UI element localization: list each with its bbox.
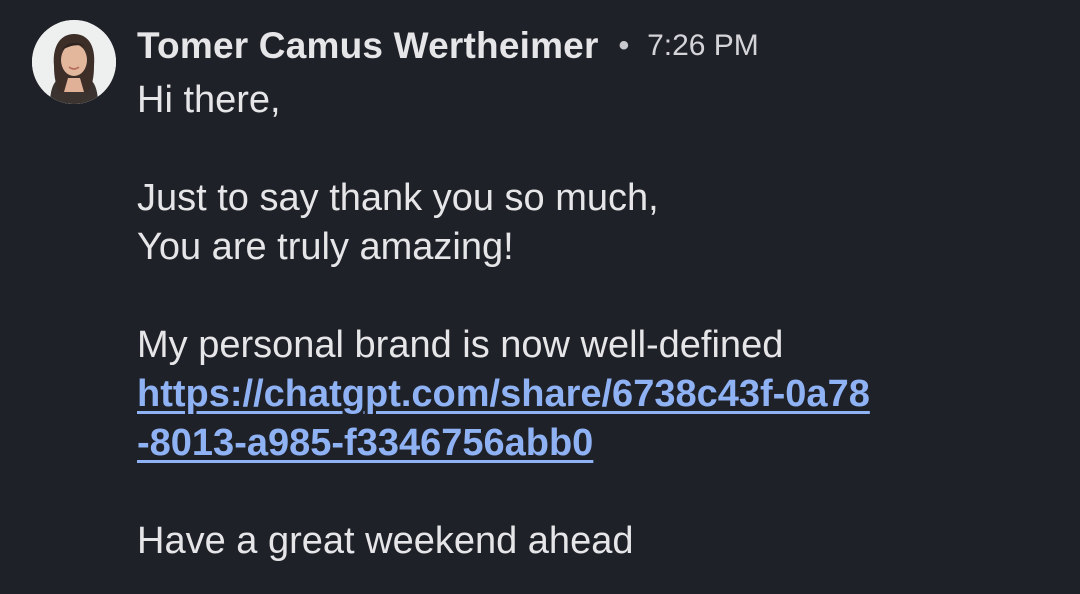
- separator-dot: •: [618, 29, 630, 62]
- share-link-part-2[interactable]: -8013-a985-f3346756abb0: [137, 422, 593, 464]
- sender-avatar[interactable]: [32, 20, 116, 104]
- share-link-part-1[interactable]: https://chatgpt.com/share/6738c43f-0a78: [137, 373, 870, 415]
- message-line-thanks-1: Just to say thank you so much,: [137, 177, 659, 219]
- message-spacer: [137, 468, 1037, 517]
- share-link-line-2: -8013-a985-f3346756abb0: [137, 419, 1037, 468]
- message-line-closing: Have a great weekend ahead: [137, 520, 634, 562]
- message-spacer: [137, 125, 1037, 174]
- message-timestamp: 7:26 PM: [647, 29, 759, 62]
- message-body: Hi there, Just to say thank you so much,…: [137, 76, 1037, 566]
- message-line-thanks-2: You are truly amazing!: [137, 226, 514, 268]
- message-header: Tomer Camus Wertheimer • 7:26 PM: [137, 22, 759, 70]
- profile-photo-icon: [32, 20, 116, 104]
- message-line-greeting: Hi there,: [137, 79, 281, 121]
- message-spacer: [137, 272, 1037, 321]
- share-link-line-1: https://chatgpt.com/share/6738c43f-0a78: [137, 370, 1037, 419]
- sender-name[interactable]: Tomer Camus Wertheimer: [137, 25, 599, 67]
- message-line-brand: My personal brand is now well-defined: [137, 324, 784, 366]
- chat-message: Tomer Camus Wertheimer • 7:26 PM Hi ther…: [0, 0, 1080, 594]
